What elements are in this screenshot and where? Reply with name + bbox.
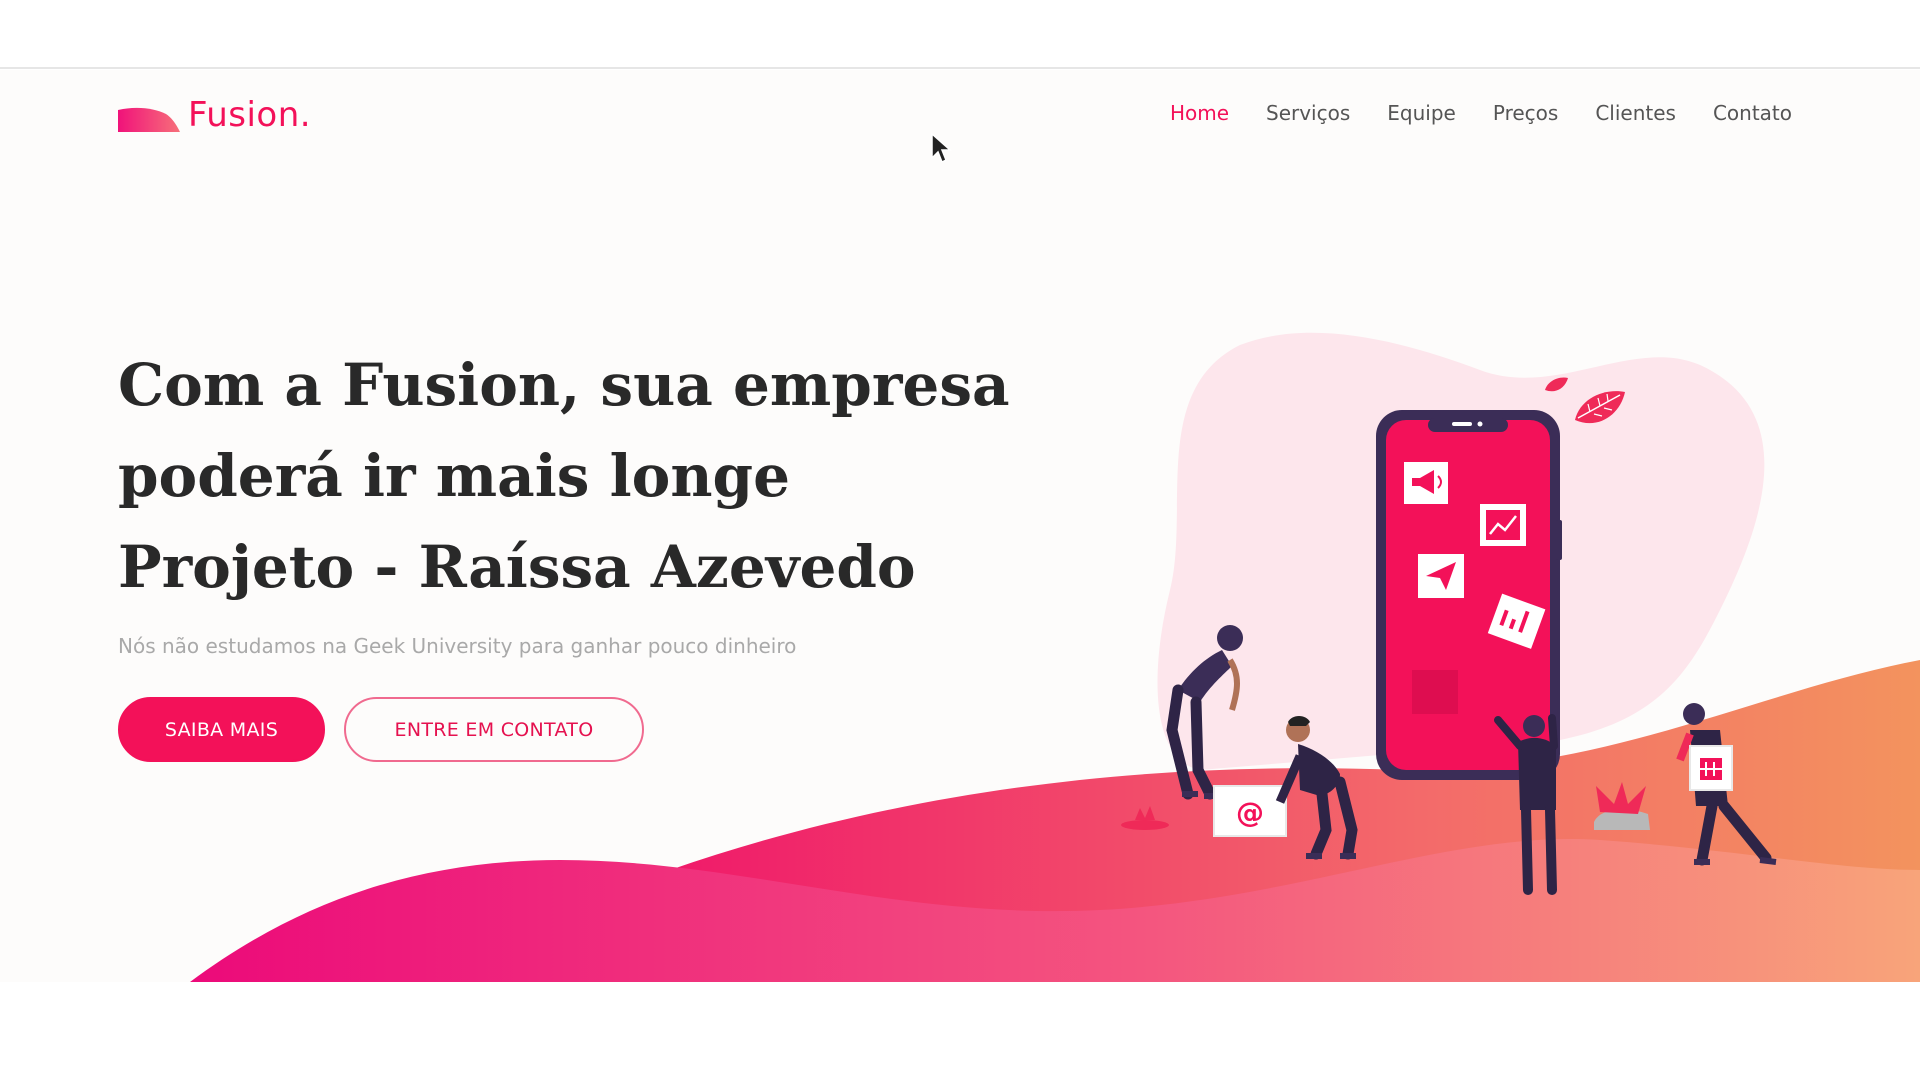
person-woman-illustration [1166,625,1243,800]
megaphone-icon [1404,462,1448,504]
at-symbol: @ [1236,796,1264,829]
hero-illustration: @ [1121,377,1777,895]
browser-bottom-strip [0,982,1920,1080]
landing-page: Fusion. Home Serviços Equipe Preços Clie… [0,70,1920,982]
person-right-illustration [1676,703,1777,866]
paper-plane-icon [1418,554,1464,598]
chart-icon [1480,504,1526,546]
person-man-illustration [1275,716,1358,860]
email-box-illustration: @ [1213,785,1287,837]
leaf-large-icon [1575,391,1625,424]
stone-plant-illustration [1594,782,1650,830]
plant-icon [1121,806,1169,830]
leaf-icon [1545,377,1568,392]
browser-top-strip [0,0,1920,69]
